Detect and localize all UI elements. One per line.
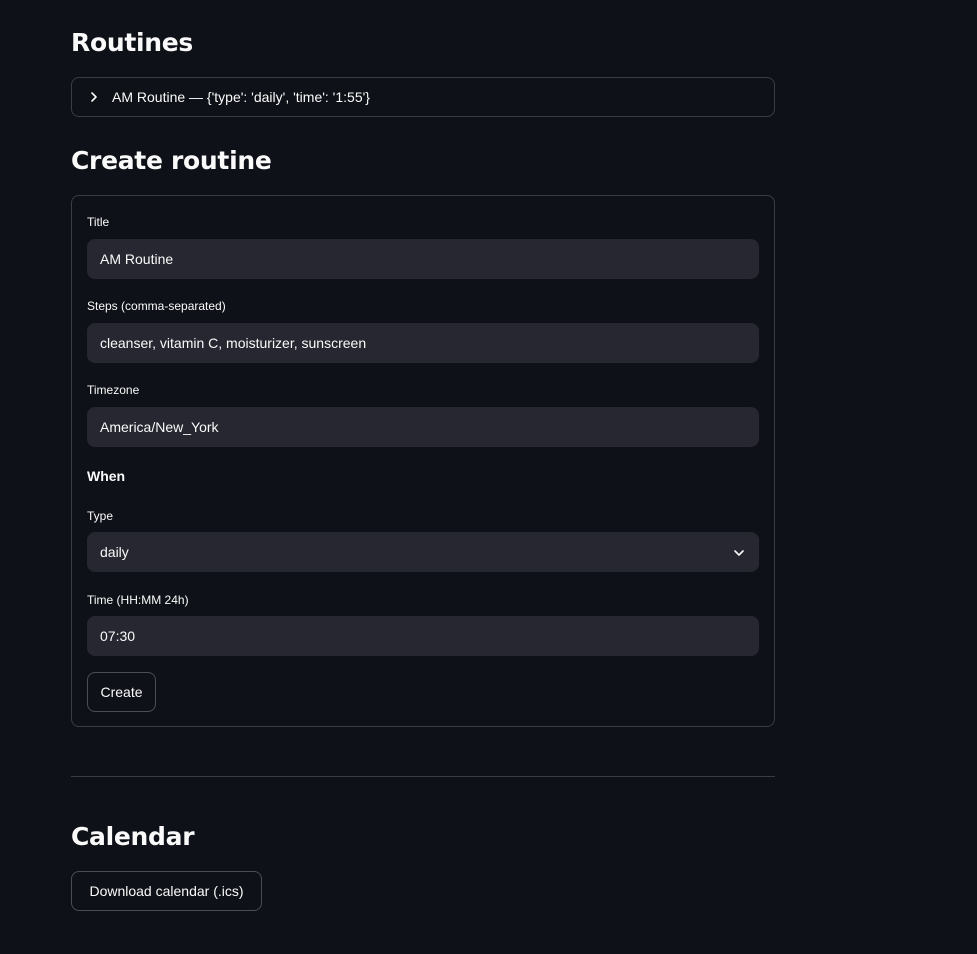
- title-input[interactable]: AM Routine: [87, 239, 759, 279]
- time-label: Time (HH:MM 24h): [87, 593, 189, 607]
- type-label: Type: [87, 509, 114, 523]
- routine-expander[interactable]: AM Routine — {'type': 'daily', 'time': '…: [71, 77, 775, 117]
- routines-heading: Routines: [71, 28, 193, 57]
- routine-expander-label: AM Routine — {'type': 'daily', 'time': '…: [112, 89, 370, 105]
- steps-input[interactable]: cleanser, vitamin C, moisturizer, sunscr…: [87, 323, 759, 363]
- timezone-input[interactable]: America/New_York: [87, 407, 759, 447]
- type-select-value: daily: [100, 544, 129, 560]
- create-button[interactable]: Create: [87, 672, 156, 712]
- timezone-label: Timezone: [87, 383, 140, 397]
- section-divider: [71, 776, 775, 777]
- chevron-right-icon: [88, 91, 100, 103]
- time-input[interactable]: 07:30: [87, 616, 759, 656]
- calendar-heading: Calendar: [71, 822, 195, 851]
- create-routine-heading: Create routine: [71, 146, 272, 175]
- chevron-down-icon: [733, 546, 745, 558]
- title-label: Title: [87, 215, 110, 229]
- create-routine-form: Title AM Routine Steps (comma-separated)…: [71, 195, 775, 727]
- type-select[interactable]: daily: [87, 532, 759, 572]
- steps-label: Steps (comma-separated): [87, 299, 226, 313]
- when-heading: When: [87, 468, 126, 484]
- download-calendar-button[interactable]: Download calendar (.ics): [71, 871, 262, 911]
